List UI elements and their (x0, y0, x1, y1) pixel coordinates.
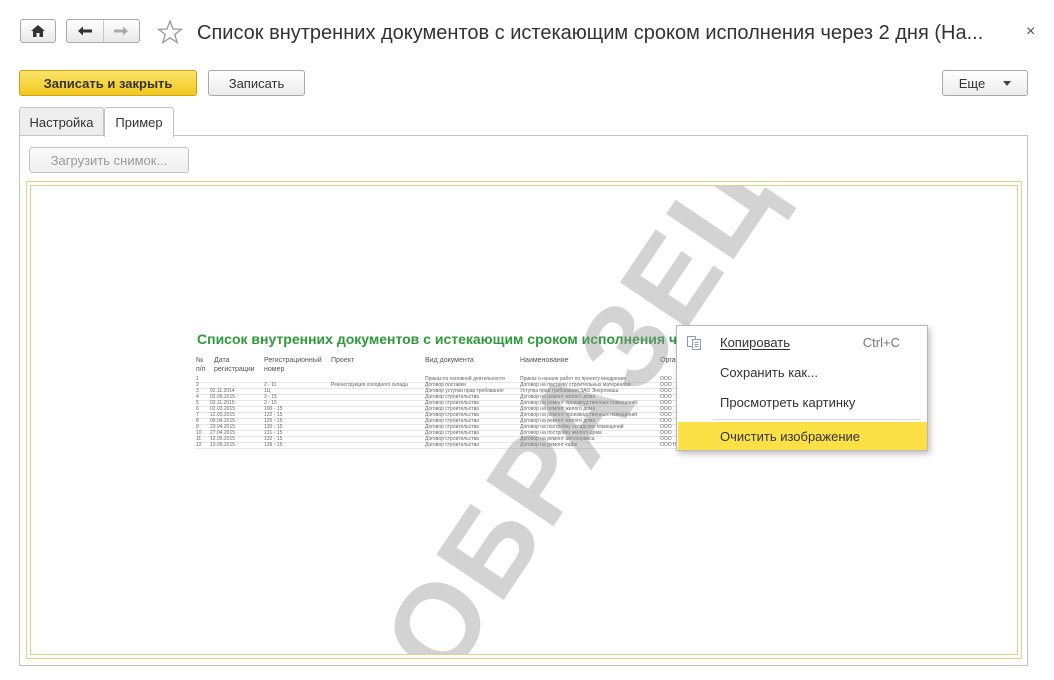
menu-item-view-picture[interactable]: Просмотреть картинку (677, 388, 927, 416)
menu-separator (713, 419, 921, 420)
back-button[interactable] (67, 20, 103, 42)
report-header-doctype: Вид документа (425, 357, 474, 364)
table-cell: 12 (196, 442, 202, 448)
arrow-right-icon (114, 26, 129, 36)
menu-item-clear-image[interactable]: Очистить изображение (678, 422, 927, 450)
menu-item-clear-image-label: Очистить изображение (720, 428, 861, 444)
tab-example[interactable]: Пример (104, 107, 174, 137)
report-header-num: № п/п (196, 357, 206, 373)
favorite-star-button[interactable] (156, 18, 184, 46)
load-snapshot-button[interactable]: Загрузить снимок... (29, 147, 189, 173)
table-cell: 139 - 15 (264, 442, 283, 448)
window-title: Список внутренних документов с истекающи… (197, 22, 984, 44)
menu-item-view-picture-label: Просмотреть картинку (720, 394, 856, 410)
arrow-left-icon (77, 26, 92, 36)
tab-settings[interactable]: Настройка (19, 107, 104, 136)
table-cell: Договор строительства (425, 442, 479, 448)
menu-item-save-as[interactable]: Сохранить как... (677, 358, 927, 386)
menu-item-copy-label: Копировать (720, 334, 790, 350)
star-icon (156, 19, 184, 45)
table-cell: 13.05.2015 (210, 442, 236, 448)
report-header-date: Дата регистрации (214, 357, 255, 373)
save-and-close-button[interactable]: Записать и закрыть (19, 70, 197, 96)
history-navigation (66, 19, 140, 43)
chevron-down-icon (1003, 80, 1012, 86)
copy-icon (687, 336, 701, 350)
save-button[interactable]: Записать (208, 70, 305, 96)
menu-item-save-as-label: Сохранить как... (720, 364, 818, 380)
menu-item-copy[interactable]: Копировать Ctrl+C (677, 328, 927, 356)
close-icon[interactable]: × (1026, 22, 1035, 42)
more-menu-button[interactable]: Еще (942, 70, 1028, 96)
menu-item-copy-shortcut: Ctrl+C (862, 334, 900, 350)
table-cell: Реконструкция холодного склада (331, 382, 408, 388)
report-header-project: Проект (331, 357, 355, 364)
context-menu: Копировать Ctrl+C Сохранить как... Просм… (676, 325, 928, 451)
home-icon (31, 25, 45, 37)
more-label: Еще (958, 75, 986, 91)
report-header-regnum: Регистрационный номер (264, 357, 322, 373)
home-button[interactable] (20, 19, 56, 43)
forward-button[interactable] (102, 20, 140, 42)
